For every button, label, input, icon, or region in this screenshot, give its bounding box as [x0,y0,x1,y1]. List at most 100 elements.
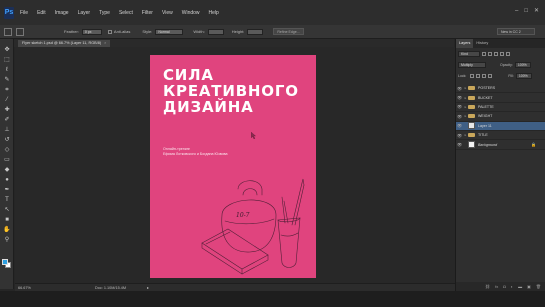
eye-icon[interactable]: 👁 [456,133,463,138]
adjustment-filter-icon[interactable] [488,51,492,56]
panel-tabs: Layers History [456,39,545,48]
lock-all-icon[interactable] [488,73,493,78]
height-input[interactable] [247,28,264,35]
menu-layer[interactable]: Layer [78,10,91,16]
bottom-strip [0,291,545,307]
selection-mode-icon[interactable] [16,27,24,36]
pixel-filter-icon[interactable] [482,51,486,56]
fill-input[interactable]: 100% [515,72,532,79]
trash-icon[interactable]: 🗑 [536,284,541,289]
gradient-icon[interactable]: ▭ [3,157,11,164]
menu-file[interactable]: File [20,10,28,16]
zoom-icon[interactable]: ⚲ [3,237,11,244]
eye-icon[interactable]: 👁 [456,142,463,147]
layers-panel-footer: ⛓ fx ◘ ◐ ▬ ▣ 🗑 [456,282,545,291]
eye-icon[interactable]: 👁 [456,86,463,91]
marquee-icon[interactable]: ⬚ [3,57,11,64]
crop-icon[interactable]: ⌗ [3,87,11,94]
layer-name: PALETTE [478,104,494,109]
close-button[interactable]: ✕ [534,8,539,14]
blur-icon[interactable]: ◆ [3,167,11,174]
blend-mode-select[interactable]: Multiply [458,61,486,68]
menu-select[interactable]: Select [119,10,133,16]
canvas-area[interactable]: СИЛА КРЕАТИВНОГО ДИЗАЙНА Онлайн-тренинг … [15,47,455,283]
document-tab-label: Flyer sketch 1.psd @ 66.7% (Layer 11, RG… [22,41,102,45]
kind-filter-select[interactable]: Kind [458,50,480,57]
link-icon[interactable]: ⛓ [485,284,490,289]
refine-edge-button[interactable]: Refine Edge... [273,28,304,35]
layer-row-selected[interactable]: 👁 Layer 11 [456,121,545,131]
pen-icon[interactable]: ✒ [3,187,11,194]
pencil-sketch [201,178,305,275]
opacity-label: Opacity: [500,62,513,67]
healing-icon[interactable]: ✚ [3,107,11,114]
lasso-icon[interactable]: ℓ [3,67,11,74]
quick-select-icon[interactable]: ✎ [3,77,11,84]
close-tab-icon[interactable]: × [104,41,106,45]
menu-view[interactable]: View [162,10,173,16]
type-filter-icon[interactable] [494,51,498,56]
menu-window[interactable]: Window [182,10,200,16]
maximize-button[interactable]: □ [524,8,528,14]
workspace-select[interactable]: New in CC 2 [497,28,535,35]
width-input[interactable] [207,28,224,35]
folder-icon [468,104,475,109]
menu-type[interactable]: Type [99,10,110,16]
eye-icon[interactable]: 👁 [456,123,463,128]
foreground-color-swatch[interactable] [2,259,8,265]
tab-history[interactable]: History [473,39,491,48]
new-layer-icon[interactable]: ▣ [527,284,531,289]
eye-icon[interactable]: 👁 [456,104,463,109]
mask-icon[interactable]: ◘ [503,284,505,289]
layer-row[interactable]: 👁 ▸ POSTERS [456,84,545,94]
smart-object-filter-icon[interactable] [506,51,510,56]
group-icon[interactable]: ▬ [518,284,522,289]
feather-label: Feather: [64,29,79,34]
brush-icon[interactable]: ✐ [3,117,11,124]
layer-row[interactable]: 👁 ▸ PALETTE [456,103,545,113]
shape-filter-icon[interactable] [500,51,504,56]
feather-input[interactable]: 0 px [81,28,102,35]
status-menu-icon[interactable]: ▸ [147,285,149,290]
fx-icon[interactable]: fx [495,284,498,289]
layer-row[interactable]: 👁 ▸ WEIGHT [456,112,545,122]
menu-help[interactable]: Help [209,10,219,16]
opacity-input[interactable]: 100% [514,61,531,68]
tab-layers[interactable]: Layers [456,39,474,48]
dodge-icon[interactable]: ● [3,177,11,184]
document-size: Doc: 1.10M/15.4M [95,286,127,290]
marquee-preset-icon[interactable] [4,27,12,36]
antialias-checkbox[interactable] [107,29,112,34]
eraser-icon[interactable]: ◇ [3,147,11,154]
adjustment-icon[interactable]: ◐ [511,284,513,289]
hand-icon[interactable]: ✋ [3,227,11,234]
sketch-note: 10-7 [236,212,250,219]
menu-filter[interactable]: Filter [142,10,153,16]
layer-row-background[interactable]: 👁 Background 🔒 [456,140,545,150]
lock-image-icon[interactable] [476,73,481,78]
lock-pixels-icon[interactable] [470,73,475,78]
style-select[interactable]: Normal [155,28,184,35]
layer-row[interactable]: 👁 ▸ BUCKET [456,93,545,103]
path-select-icon[interactable]: ↖ [3,207,11,214]
eye-icon[interactable]: 👁 [456,114,463,119]
eye-icon[interactable]: 👁 [456,95,463,100]
minimize-button[interactable]: – [515,8,518,14]
filter-row: Kind [458,50,542,57]
move-icon[interactable]: ✥ [3,47,11,54]
menu-bar: Ps File Edit Image Layer Type Select Fil… [0,0,545,25]
eyedropper-icon[interactable]: ⁄ [3,97,11,104]
shape-icon[interactable]: ■ [3,217,11,224]
document-tab[interactable]: Flyer sketch 1.psd @ 66.7% (Layer 11, RG… [18,40,111,47]
layer-row[interactable]: 👁 ▸ TITLE [456,131,545,141]
history-brush-icon[interactable]: ↺ [3,137,11,144]
menu-image[interactable]: Image [55,10,69,16]
menu-edit[interactable]: Edit [37,10,46,16]
clone-stamp-icon[interactable]: ⊥ [3,127,11,134]
lock-position-icon[interactable] [482,73,487,78]
type-icon[interactable]: T [3,197,11,204]
artboard[interactable]: СИЛА КРЕАТИВНОГО ДИЗАЙНА Онлайн-тренинг … [150,55,316,278]
folder-icon [468,133,475,138]
folder-icon [468,95,475,100]
zoom-level[interactable]: 66.67% [18,286,31,290]
